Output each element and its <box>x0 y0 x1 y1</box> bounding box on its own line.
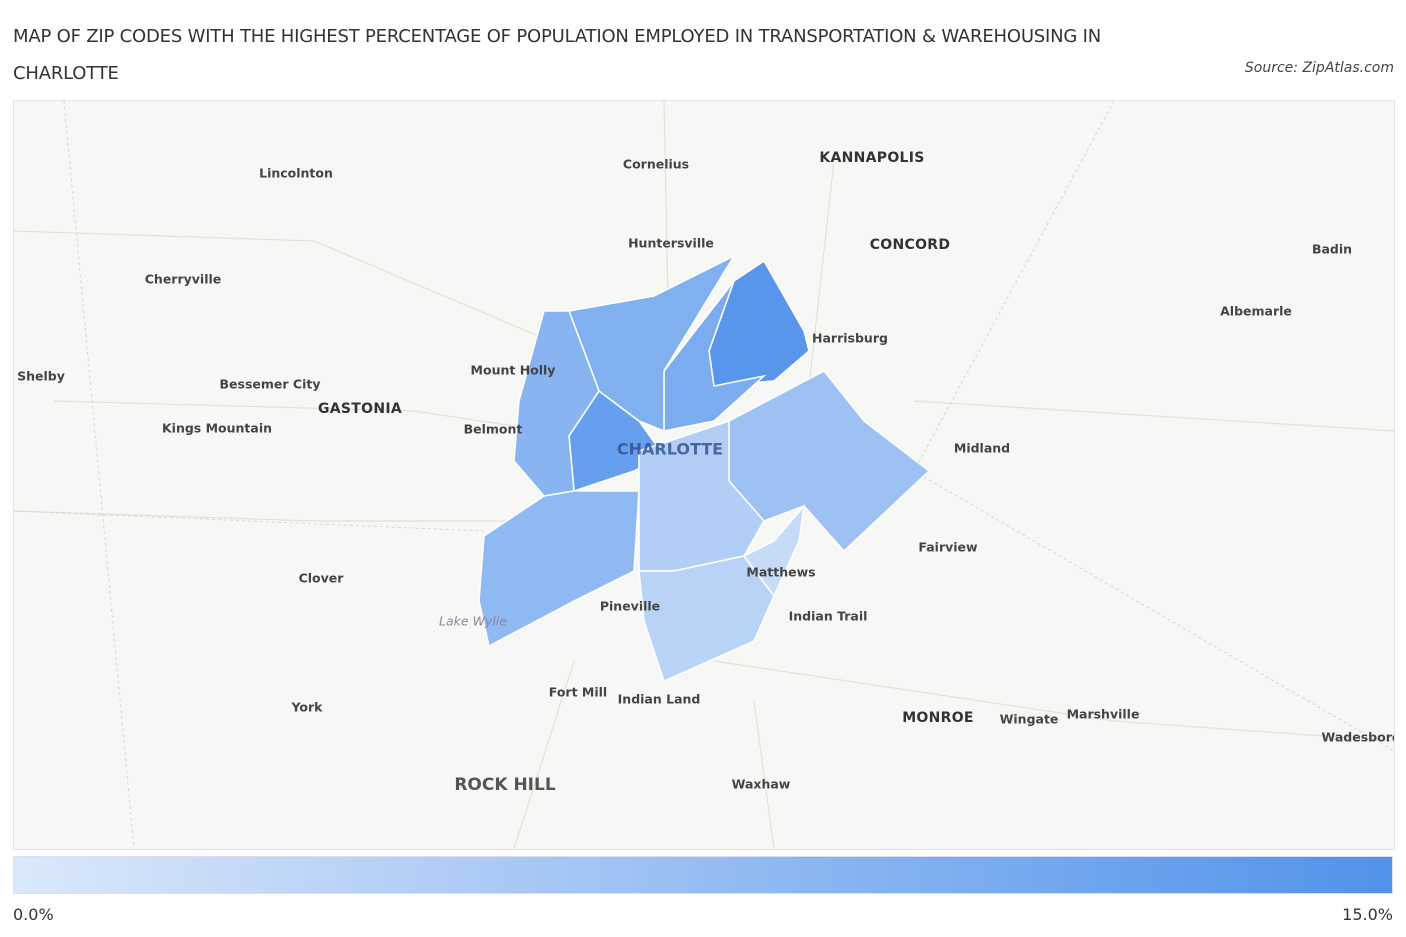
place-label: ROCK HILL <box>454 775 556 795</box>
place-label: KANNAPOLIS <box>819 150 925 166</box>
legend-max-label: 15.0% <box>1342 905 1393 924</box>
place-label: Bessemer City <box>219 376 321 392</box>
zip-region-north-east[interactable] <box>708 259 810 387</box>
place-label: Wadesboro <box>1321 729 1395 745</box>
place-label: Matthews <box>746 564 816 580</box>
place-label: Badin <box>1311 241 1353 257</box>
place-label: CONCORD <box>869 237 951 253</box>
place-label: GASTONIA <box>317 401 403 417</box>
place-label: Indian Trail <box>788 608 868 624</box>
place-label: Cornelius <box>622 156 690 172</box>
place-label: Midland <box>953 440 1011 456</box>
place-label: Albemarle <box>1220 303 1292 319</box>
place-label: Indian Land <box>617 691 701 707</box>
place-label: Waxhaw <box>731 776 791 792</box>
place-label: Marshville <box>1066 706 1140 722</box>
source-label: Source: ZipAtlas.com <box>1244 60 1394 76</box>
place-label: Shelby <box>17 368 65 384</box>
basemap <box>14 101 1394 849</box>
place-label: York <box>291 699 323 715</box>
place-label: Huntersville <box>628 235 714 251</box>
place-label: Belmont <box>463 421 523 437</box>
place-label: Lincolnton <box>259 165 333 181</box>
place-label: Cherryville <box>144 271 222 287</box>
map-canvas[interactable]: Cornelius KANNAPOLIS Lincolnton Huntersvill… <box>13 100 1395 850</box>
map-title: MAP OF ZIP CODES WITH THE HIGHEST PERCEN… <box>13 26 1102 84</box>
place-label: Kings Mountain <box>161 420 273 436</box>
place-label: Harrisburg <box>812 330 888 346</box>
place-label: Fort Mill <box>548 684 608 700</box>
place-label: Clover <box>298 570 344 586</box>
place-label: Pineville <box>599 598 661 614</box>
place-label: Fairview <box>918 539 978 555</box>
place-label: Lake Wylie <box>439 613 507 629</box>
place-label: Mount Holly <box>470 362 556 378</box>
legend-min-label: 0.0% <box>13 905 54 924</box>
place-label: Wingate <box>999 711 1059 727</box>
place-label: MONROE <box>902 710 974 726</box>
place-label: CHARLOTTE <box>616 439 724 459</box>
legend-gradient <box>13 856 1393 894</box>
